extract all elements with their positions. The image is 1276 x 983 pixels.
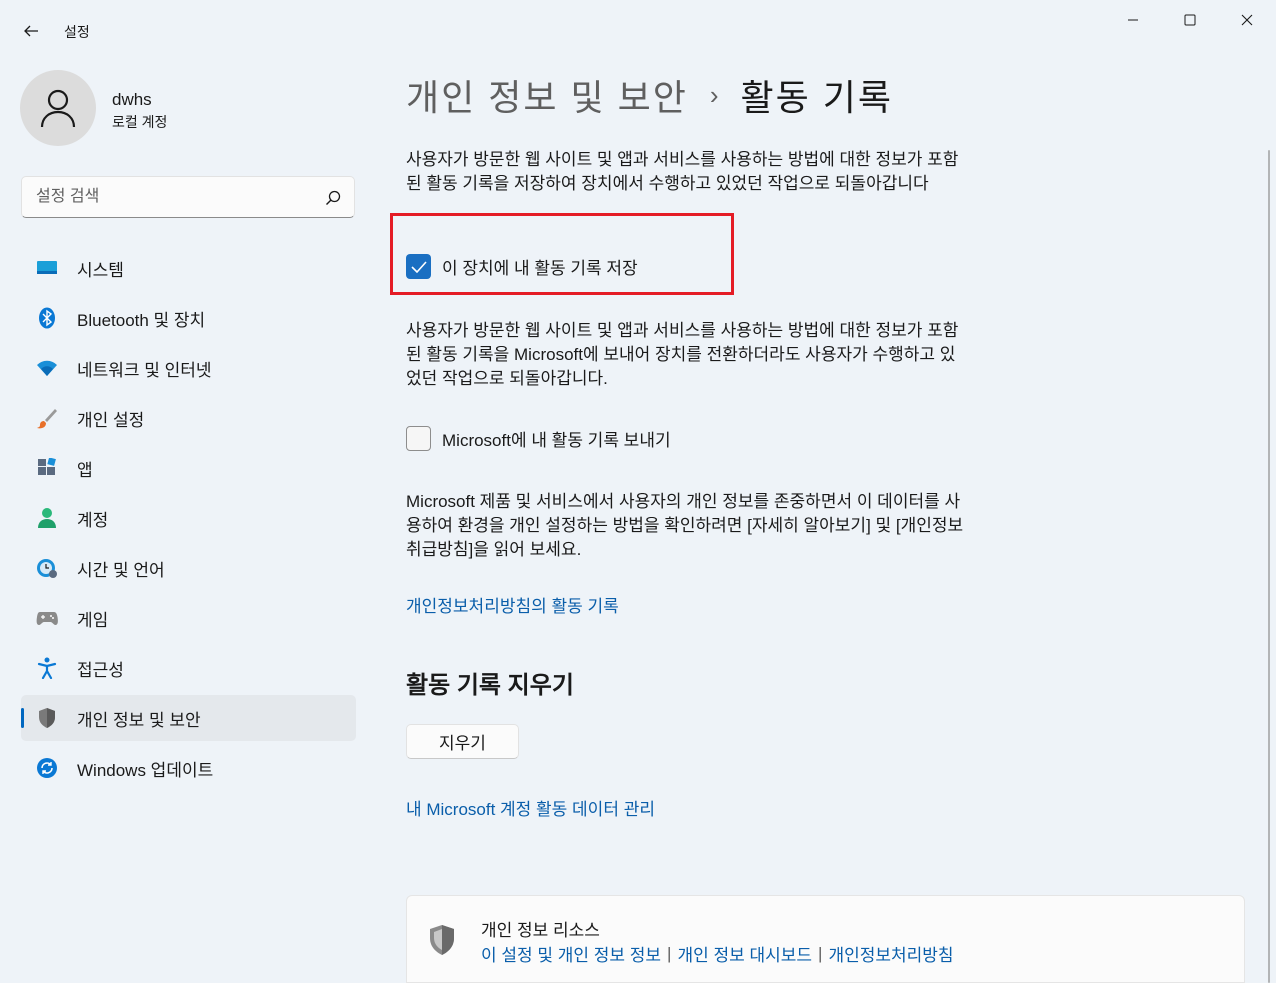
sidebar-item-label: Bluetooth 및 장치: [77, 310, 206, 330]
search-input[interactable]: [36, 177, 316, 217]
sidebar-item-label: 계정: [77, 510, 109, 530]
brush-icon: [35, 406, 59, 430]
maximize-button[interactable]: [1161, 0, 1218, 40]
user-profile[interactable]: dwhs 로컬 계정: [20, 70, 350, 150]
privacy-statement-link[interactable]: 개인정보처리방침의 활동 기록: [406, 592, 619, 617]
description-privacy: Microsoft 제품 및 서비스에서 사용자의 개인 정보를 존중하면서 이…: [406, 492, 964, 559]
clear-history-heading: 활동 기록 지우기: [406, 672, 574, 699]
sidebar-item-apps[interactable]: 앱: [21, 445, 356, 491]
scrollbar[interactable]: [1266, 150, 1272, 983]
privacy-dashboard-link[interactable]: 개인 정보 대시보드: [677, 941, 812, 966]
send-history-checkbox-row[interactable]: Microsoft에 내 활동 기록 보내기: [406, 426, 671, 451]
sidebar-item-label: 게임: [77, 610, 109, 630]
highlight-box: [390, 213, 734, 295]
sidebar-item-time-language[interactable]: 시간 및 언어: [21, 545, 356, 591]
breadcrumb: 개인 정보 및 보안 › 활동 기록: [406, 70, 893, 120]
user-name: dwhs: [112, 90, 152, 109]
title-bar: 설정: [0, 0, 1276, 50]
bluetooth-icon: [35, 306, 59, 330]
apps-icon: [35, 456, 59, 480]
sidebar-item-network[interactable]: 네트워크 및 인터넷: [21, 345, 356, 391]
close-button[interactable]: [1218, 0, 1275, 40]
scrollbar-thumb[interactable]: [1268, 150, 1270, 983]
settings-search: [21, 176, 355, 218]
sidebar-item-label: Windows 업데이트: [77, 760, 214, 780]
sidebar-item-label: 시간 및 언어: [77, 560, 165, 580]
privacy-statement-link-2[interactable]: 개인정보처리방침: [828, 941, 953, 966]
sidebar-item-windows-update[interactable]: Windows 업데이트: [21, 745, 356, 791]
send-history-checkbox[interactable]: [406, 426, 431, 451]
time-language-icon: [35, 556, 59, 580]
sidebar-item-label: 개인 정보 및 보안: [77, 710, 201, 730]
shield-icon: [35, 706, 59, 730]
sidebar-item-accounts[interactable]: 계정: [21, 495, 356, 541]
system-icon: [35, 256, 59, 280]
manage-account-data-link[interactable]: 내 Microsoft 계정 활동 데이터 관리: [406, 795, 655, 820]
close-icon: [1241, 14, 1252, 26]
update-icon: [35, 756, 59, 780]
sidebar-item-label: 네트워크 및 인터넷: [77, 360, 212, 380]
app-title: 설정: [64, 24, 90, 40]
description-local-history: 사용자가 방문한 웹 사이트 및 앱과 서비스를 사용하는 방법에 대한 정보가…: [406, 150, 959, 193]
back-button[interactable]: [16, 16, 46, 46]
active-indicator: [21, 708, 24, 728]
resources-title: 개인 정보 리소스: [481, 921, 600, 940]
back-arrow-icon: [24, 25, 38, 37]
send-history-label: Microsoft에 내 활동 기록 보내기: [442, 431, 671, 450]
minimize-button[interactable]: [1104, 0, 1161, 40]
accessibility-icon: [35, 656, 59, 680]
link-separator: |: [818, 943, 823, 963]
maximize-icon: [1184, 14, 1195, 26]
sidebar-item-gaming[interactable]: 게임: [21, 595, 356, 641]
sidebar-item-label: 앱: [77, 460, 93, 480]
description-send-history: 사용자가 방문한 웹 사이트 및 앱과 서비스를 사용하는 방법에 대한 정보가…: [406, 321, 959, 388]
settings-window: 설정 dwhs 로컬 계정 설정 검색 시스템 Bluetooth 및 장치 네…: [0, 0, 1276, 983]
account-icon: [35, 506, 59, 530]
wifi-icon: [35, 356, 59, 380]
search-icon[interactable]: [324, 189, 342, 207]
sidebar-item-personalization[interactable]: 개인 설정: [21, 395, 356, 441]
resources-links: 이 설정 및 개인 정보 정보 | 개인 정보 대시보드 | 개인정보처리방침: [481, 941, 954, 966]
shield-icon: [430, 925, 454, 955]
avatar: [20, 70, 96, 146]
sidebar-item-system[interactable]: 시스템: [21, 245, 356, 291]
account-type: 로컬 계정: [112, 114, 168, 130]
sidebar-item-bluetooth[interactable]: Bluetooth 및 장치: [21, 295, 356, 341]
sidebar-item-label: 개인 설정: [77, 410, 145, 430]
minimize-icon: [1127, 19, 1138, 21]
clear-history-button[interactable]: 지우기: [406, 724, 519, 759]
sidebar-nav: 시스템 Bluetooth 및 장치 네트워크 및 인터넷 개인 설정 앱 계정…: [21, 245, 356, 795]
gamepad-icon: [35, 606, 59, 630]
sidebar-item-label: 시스템: [77, 260, 124, 280]
sidebar-item-label: 접근성: [77, 660, 124, 680]
user-icon: [40, 89, 76, 128]
breadcrumb-parent[interactable]: 개인 정보 및 보안: [406, 69, 688, 121]
link-separator: |: [667, 943, 672, 963]
privacy-info-link[interactable]: 이 설정 및 개인 정보 정보: [481, 941, 661, 966]
breadcrumb-separator: ›: [709, 79, 719, 110]
sidebar-item-accessibility[interactable]: 접근성: [21, 645, 356, 691]
page-title: 활동 기록: [740, 77, 894, 118]
privacy-resources-card: 개인 정보 리소스 이 설정 및 개인 정보 정보 | 개인 정보 대시보드 |…: [406, 895, 1245, 983]
sidebar-item-privacy-security[interactable]: 개인 정보 및 보안: [21, 695, 356, 741]
